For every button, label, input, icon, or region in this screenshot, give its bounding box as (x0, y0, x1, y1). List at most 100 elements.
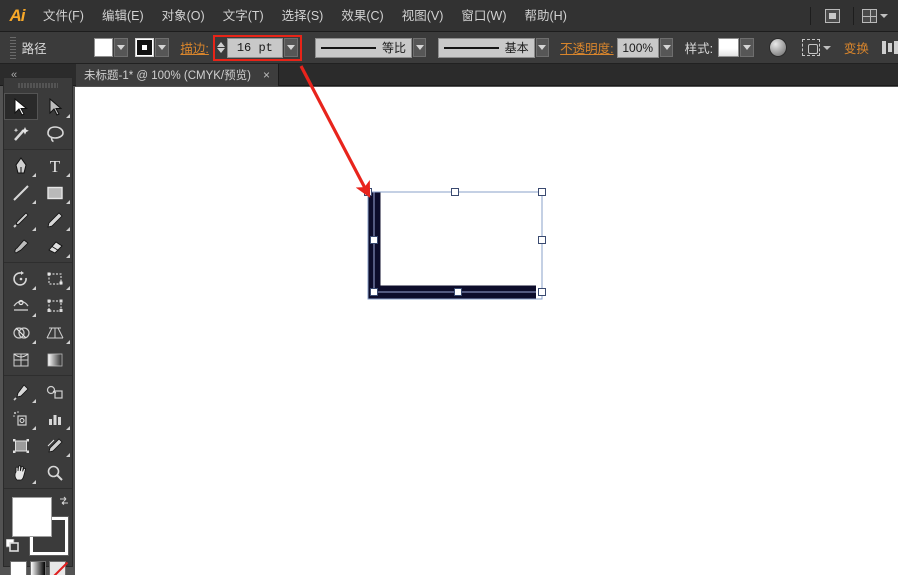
illustrator-window: Ai 文件(F) 编辑(E) 对象(O) 文字(T) 选择(S) 效果(C) 视… (0, 0, 898, 575)
stroke-swatch[interactable] (135, 38, 155, 57)
gradient-tool[interactable] (38, 346, 72, 373)
perspective-grid-tool[interactable] (38, 319, 72, 346)
menu-object[interactable]: 对象(O) (153, 0, 214, 32)
color-mode-buttons (4, 557, 72, 575)
tools-panel: T (3, 77, 73, 575)
width-tool[interactable] (4, 292, 38, 319)
eyedropper-tool[interactable] (4, 378, 38, 405)
tools-panel-grip[interactable] (18, 80, 58, 91)
stroke-color-control[interactable] (135, 38, 170, 57)
line-segment-tool[interactable] (4, 179, 38, 206)
fill-color-indicator[interactable] (12, 497, 52, 537)
none-button[interactable] (49, 561, 67, 575)
menu-window[interactable]: 窗口(W) (452, 0, 515, 32)
fill-dropdown-button[interactable] (113, 38, 128, 57)
opacity-input[interactable]: 100% (617, 37, 660, 58)
menu-type[interactable]: 文字(T) (214, 0, 273, 32)
menu-edit[interactable]: 编辑(E) (93, 0, 153, 32)
stroke-weight-highlight-box: 16 pt (212, 34, 302, 61)
stroke-weight-decrease-icon[interactable] (216, 48, 225, 53)
svg-text:T: T (50, 157, 61, 175)
paintbrush-tool[interactable] (4, 206, 38, 233)
column-graph-tool[interactable] (38, 405, 72, 432)
graphic-style-dropdown-button[interactable] (740, 38, 754, 57)
document-tab-bar: « 未标题-1* @ 100% (CMYK/预览) × (0, 64, 898, 86)
document-canvas[interactable] (75, 87, 898, 575)
lasso-tool[interactable] (38, 120, 72, 147)
document-tab[interactable]: 未标题-1* @ 100% (CMYK/预览) × (76, 64, 279, 86)
opacity-label[interactable]: 不透明度: (560, 38, 613, 57)
arrange-documents-icon[interactable] (862, 6, 888, 26)
menubar-divider (810, 6, 811, 25)
menu-bar: Ai 文件(F) 编辑(E) 对象(O) 文字(T) 选择(S) 效果(C) 视… (0, 0, 898, 32)
width-profile-preview-icon (321, 46, 377, 49)
gradient-button[interactable] (29, 561, 47, 575)
slice-tool[interactable] (38, 432, 72, 459)
eraser-tool[interactable] (38, 233, 72, 260)
width-profile-combo[interactable]: 等比 (315, 37, 413, 58)
pen-tool[interactable] (4, 152, 38, 179)
recolor-artwork-icon[interactable] (768, 38, 787, 57)
tools-divider-1 (4, 149, 72, 150)
app-logo: Ai (9, 5, 26, 25)
stroke-weight-stepper[interactable] (216, 42, 225, 53)
tools-grid: T (4, 93, 72, 491)
width-profile-dropdown-button[interactable] (413, 38, 427, 57)
scale-tool[interactable] (38, 265, 72, 292)
stroke-weight-input[interactable]: 16 pt (226, 37, 283, 58)
menu-select[interactable]: 选择(S) (273, 0, 333, 32)
bridge-icon[interactable] (819, 6, 845, 26)
symbol-sprayer-tool[interactable] (4, 405, 38, 432)
default-fill-stroke-icon[interactable] (5, 538, 19, 552)
fill-stroke-block (4, 495, 72, 557)
brush-definition-combo[interactable]: 基本 (437, 37, 535, 58)
color-button[interactable] (10, 561, 27, 575)
direct-selection-tool[interactable] (38, 93, 72, 120)
isolate-chevron-down-icon[interactable] (822, 45, 831, 50)
width-profile-label: 等比 (382, 41, 407, 55)
align-icon[interactable] (881, 41, 898, 54)
brush-definition-label: 基本 (504, 41, 529, 55)
free-transform-tool[interactable] (38, 292, 72, 319)
selection-bounding-box (367, 191, 543, 300)
isolate-selected-icon[interactable] (801, 39, 820, 56)
pencil-tool[interactable] (38, 206, 72, 233)
brush-definition-dropdown-button[interactable] (535, 38, 549, 57)
stroke-weight-increase-icon[interactable] (216, 42, 225, 47)
menubar-divider-2 (853, 6, 854, 25)
style-label: 样式: (684, 42, 714, 56)
blob-brush-tool[interactable] (4, 233, 38, 260)
transform-label[interactable]: 变换 (844, 38, 869, 57)
rectangle-tool[interactable] (38, 179, 72, 206)
mesh-tool[interactable] (4, 346, 38, 373)
stroke-weight-dropdown-button[interactable] (283, 38, 298, 57)
control-panel-grip[interactable] (10, 36, 16, 59)
hand-tool[interactable] (4, 459, 38, 486)
rotate-tool[interactable] (4, 265, 38, 292)
selection-type-label: 路径 (21, 42, 47, 56)
menu-effect[interactable]: 效果(C) (332, 0, 392, 32)
graphic-style-swatch[interactable] (717, 38, 740, 57)
menu-file[interactable]: 文件(F) (34, 0, 93, 32)
artboard-tool[interactable] (4, 432, 38, 459)
type-tool[interactable]: T (38, 152, 72, 179)
stroke-weight-label[interactable]: 描边: (180, 38, 208, 57)
shape-builder-tool[interactable] (4, 319, 38, 346)
control-panel: 路径 描边: 16 pt 等比 基本 不透明度: 100% 样式: 变换 (0, 32, 898, 64)
fill-color-control[interactable] (93, 38, 128, 57)
tools-divider-4 (4, 488, 72, 489)
menu-view[interactable]: 视图(V) (393, 0, 453, 32)
opacity-dropdown-button[interactable] (660, 38, 674, 57)
magic-wand-tool[interactable] (4, 120, 38, 147)
fill-swatch[interactable] (93, 38, 113, 57)
stroke-dropdown-button[interactable] (155, 38, 170, 57)
close-icon[interactable]: × (263, 69, 270, 81)
swap-fill-stroke-icon[interactable] (58, 495, 70, 507)
l-shaped-path[interactable] (367, 192, 536, 299)
tools-divider-2 (4, 262, 72, 263)
selection-handles[interactable] (364, 188, 546, 296)
selection-tool[interactable] (4, 93, 38, 120)
zoom-tool[interactable] (38, 459, 72, 486)
menu-help[interactable]: 帮助(H) (516, 0, 576, 32)
blend-tool[interactable] (38, 378, 72, 405)
